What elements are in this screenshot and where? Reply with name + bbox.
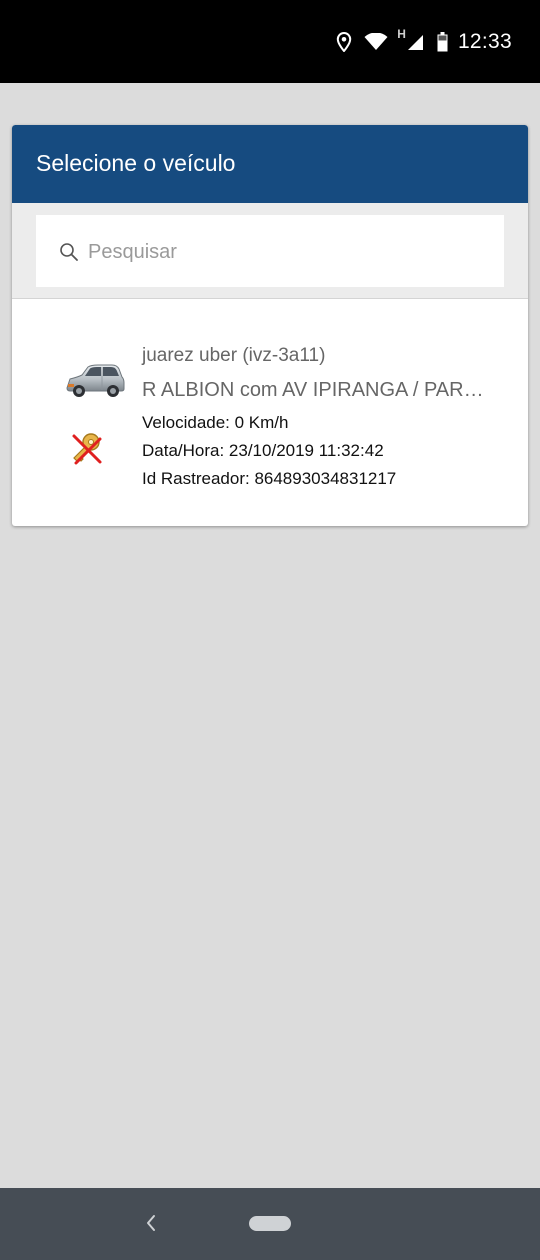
vehicle-selection-dialog: Selecione o veículo Pesquisar juarez ube… [12,125,528,526]
vehicle-datetime: Data/Hora: 23/10/2019 11:32:42 [142,441,384,460]
wifi-icon [364,33,388,50]
clock: 12:33 [457,30,512,53]
status-bar: H 12:33 [0,0,540,83]
car-icon [66,364,125,397]
vehicle-speed: Velocidade: 0 Km/h [142,413,289,432]
vehicle-name: juarez uber (ivz-3a11) [142,345,326,366]
search-input[interactable] [86,233,490,271]
search-area [12,203,528,299]
status-icons: H 12:33 [336,26,512,58]
dialog-title: Selecione o veículo [36,150,236,176]
search-icon [60,243,78,261]
vehicle-address: R ALBION com AV IPIRANGA / PARQUE [142,379,487,401]
location-icon [337,32,352,52]
vehicle-list-item[interactable]: juarez uber (ivz-3a11) R ALBION com AV I… [12,299,528,526]
home-button[interactable] [249,1216,291,1231]
search-box[interactable] [36,215,504,287]
dialog-header: Selecione o veículo [12,125,528,203]
network-type-label: H [397,27,406,41]
vehicle-details: juarez uber (ivz-3a11) R ALBION com AV I… [142,343,502,493]
battery-icon [437,32,448,52]
vehicle-tracker-id: Id Rastreador: 864893034831217 [142,469,397,488]
back-button[interactable] [142,1212,160,1234]
ignition-off-key-icon [72,433,102,465]
signal-icon [407,34,423,50]
